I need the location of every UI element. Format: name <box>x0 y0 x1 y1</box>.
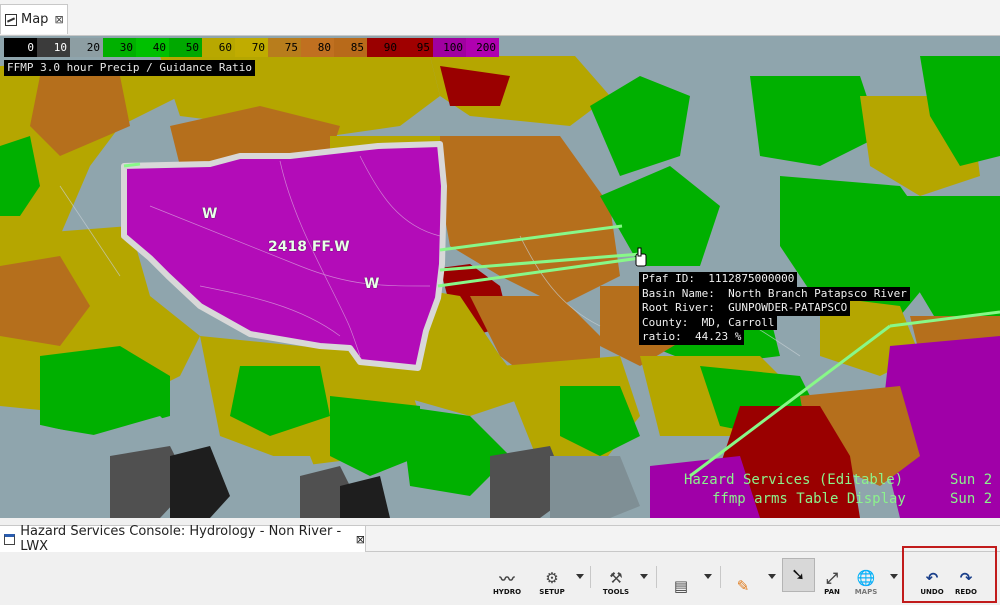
setup-dropdown-icon[interactable] <box>576 574 584 579</box>
legend-cell: 70 <box>235 38 268 57</box>
tab-map-label: Map <box>21 12 49 27</box>
gear-icon: ⚙ <box>545 569 559 587</box>
readout-county: County: MD, Carroll <box>639 315 778 331</box>
console-toolbar: 〰 HYDRO ⚙ SETUP ⚒ TOOLS ▤ ✎ ➘ ⤢ PAN 🌐 MA… <box>0 552 1000 605</box>
readout-root-river: Root River: GUNPOWDER-PATAPSCO <box>639 301 851 316</box>
toolbar-separator <box>720 566 721 588</box>
select-arrow-button[interactable]: ➘ <box>782 558 815 592</box>
pencil-icon: ✎ <box>736 577 750 595</box>
globe-icon: 🌐 <box>856 569 876 587</box>
window-icon <box>4 533 16 545</box>
console-tab-bar: Hazard Services Console: Hydrology - Non… <box>0 524 1000 554</box>
map-icon <box>5 13 17 26</box>
legend-cell: 20 <box>70 38 103 57</box>
legend-cell: 200 <box>466 38 499 57</box>
toolbar-separator <box>590 566 591 588</box>
legend-cell: 80 <box>301 38 334 57</box>
tools-dropdown-icon[interactable] <box>640 574 648 579</box>
highlight-box <box>902 546 997 603</box>
document-button[interactable]: ▤ <box>670 562 692 596</box>
pan-icon: ⤢ <box>825 569 838 587</box>
tools-label: TOOLS <box>602 588 630 596</box>
readout-basin-name: Basin Name: North Branch Patapsco River <box>639 286 910 302</box>
hazard-w-marker: W <box>202 206 218 222</box>
pencil-button[interactable]: ✎ <box>732 562 754 596</box>
readout-ratio: ratio: 44.23 % <box>639 330 745 345</box>
toolbar-separator <box>656 566 657 588</box>
legend-cell: 60 <box>202 38 235 57</box>
document-icon: ▤ <box>673 577 689 595</box>
hydro-button[interactable]: 〰 HYDRO <box>492 562 522 597</box>
legend-cell: 10 <box>37 38 70 57</box>
legend-cell: 0 <box>4 38 37 57</box>
color-legend: 0 10 20 30 40 50 60 70 75 80 85 90 95 100 200 <box>4 38 499 57</box>
legend-cell: 90 <box>367 38 400 57</box>
editor-tab-bar: Map ⊠ <box>0 0 1000 36</box>
overlay-hazard-services: Hazard Services (Editable) <box>684 472 904 488</box>
hammer-icon: ⚒ <box>609 569 623 587</box>
tools-button[interactable]: ⚒ TOOLS <box>602 562 630 596</box>
basin-readout: Pfaf ID: 1112875000000 Basin Name: North… <box>639 272 910 345</box>
console-tab-label: Hazard Services Console: Hydrology - Non… <box>20 524 342 554</box>
pan-label: PAN <box>824 588 840 596</box>
setup-label: SETUP <box>539 588 565 596</box>
maps-label: MAPS <box>854 588 878 596</box>
tab-hazard-services-console[interactable]: Hazard Services Console: Hydrology - Non… <box>0 524 366 554</box>
maps-dropdown-icon[interactable] <box>890 574 898 579</box>
legend-cell: 50 <box>169 38 202 57</box>
overlay-time-1: Sun 2 <box>950 472 993 488</box>
legend-cell: 40 <box>136 38 169 57</box>
hazard-label[interactable]: 2418 FF.W <box>268 239 350 255</box>
legend-cell: 85 <box>334 38 367 57</box>
arrow-icon: ➘ <box>791 565 806 585</box>
legend-caption: FFMP 3.0 hour Precip / Guidance Ratio <box>4 60 256 76</box>
close-icon[interactable]: ⊠ <box>54 13 63 26</box>
overlay-time-2: Sun 2 <box>950 491 993 507</box>
readout-pfaf-id: Pfaf ID: 1112875000000 <box>639 272 798 287</box>
legend-cell: 100 <box>433 38 466 57</box>
map-canvas[interactable]: 0 10 20 30 40 50 60 70 75 80 85 90 95 100 200 FFMP 3.0… <box>0 36 1000 518</box>
document-dropdown-icon[interactable] <box>704 574 712 579</box>
pencil-dropdown-icon[interactable] <box>768 574 776 579</box>
maps-button[interactable]: 🌐 MAPS <box>852 562 880 596</box>
hazard-w-marker: W <box>364 276 380 292</box>
close-icon[interactable]: ⊠ <box>356 533 365 546</box>
legend-cell: 95 <box>400 38 433 57</box>
setup-button[interactable]: ⚙ SETUP <box>538 562 566 596</box>
overlay-ffmp-table: ffmp arms Table Display <box>712 491 906 507</box>
legend-cell: 30 <box>103 38 136 57</box>
hydro-label: HYDRO <box>492 588 522 596</box>
tab-map[interactable]: Map ⊠ <box>0 4 68 34</box>
hydro-icon: 〰 <box>499 569 515 588</box>
legend-cell: 75 <box>268 38 301 57</box>
pan-button[interactable]: ⤢ PAN <box>820 562 844 596</box>
